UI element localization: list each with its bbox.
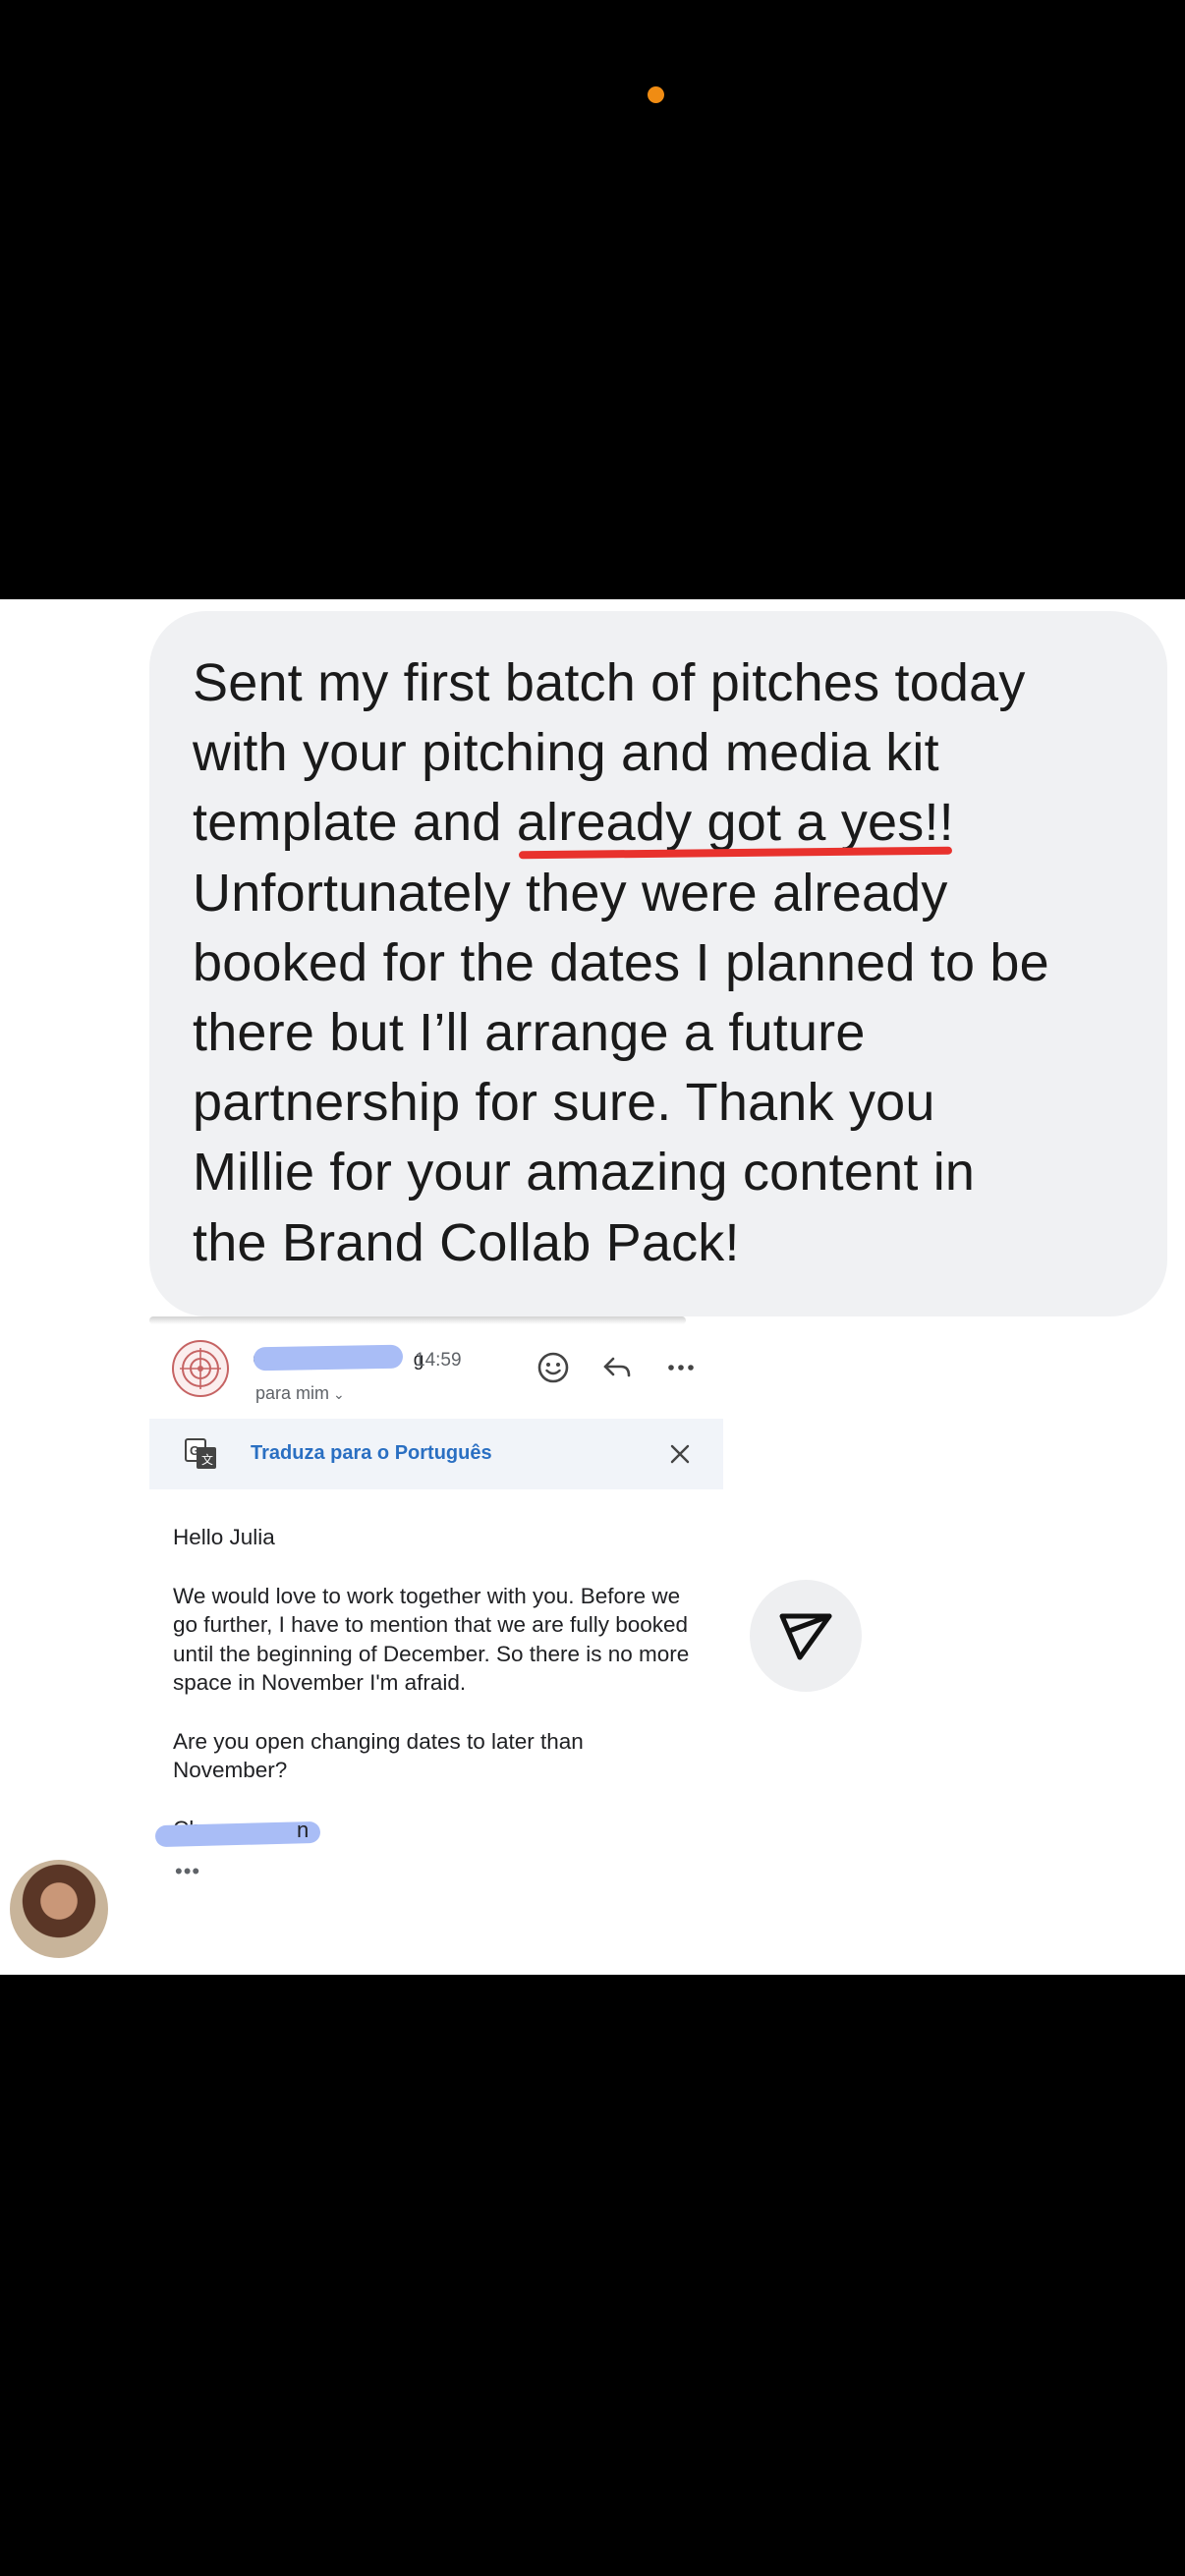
avatar[interactable] <box>10 1860 108 1958</box>
message-line: partnership for sure. Thank you <box>193 1073 935 1133</box>
redaction-mark <box>253 1344 404 1372</box>
message-line: Millie for your amazing content in <box>193 1143 976 1203</box>
close-icon[interactable] <box>668 1442 692 1466</box>
email-body: Hello Julia We would love to work togeth… <box>173 1523 704 1843</box>
email-screenshot[interactable]: Cg 14:59 para mim⌄ <box>149 1316 723 1975</box>
send-button[interactable] <box>750 1580 862 1692</box>
email-greeting: Hello Julia <box>173 1525 275 1549</box>
message-line: Sent my first batch of pitches today <box>193 653 1026 712</box>
message-line: there but I’ll arrange a future <box>193 1003 866 1063</box>
send-icon <box>779 1613 832 1660</box>
message-line: template and <box>193 793 517 853</box>
sender-logo <box>172 1340 229 1397</box>
highlighted-phrase: already got a yes!! <box>517 788 954 858</box>
camera-indicator-dot <box>648 86 664 103</box>
translate-banner: G 文 Traduza para o Português <box>149 1419 723 1489</box>
email-paragraph: Are you open changing dates to later tha… <box>173 1728 584 1783</box>
show-trimmed-content-button[interactable]: ••• <box>175 1859 200 1884</box>
more-horizontal-icon[interactable] <box>663 1350 699 1385</box>
smile-icon[interactable] <box>536 1350 571 1385</box>
email-paragraph: We would love to work together with you.… <box>173 1583 690 1696</box>
translate-link[interactable]: Traduza para o Português <box>251 1442 492 1465</box>
message-text: Sent my first batch of pitches today wit… <box>193 648 1138 1278</box>
message-line: booked for the dates I planned to be <box>193 932 1049 992</box>
svg-text:文: 文 <box>201 1452 213 1467</box>
message-line: with your pitching and media kit <box>193 723 939 783</box>
email-time: 14:59 <box>415 1350 462 1371</box>
message-bubble: Sent my first batch of pitches today wit… <box>149 611 1167 1316</box>
recipient-label[interactable]: para mim ⌄ <box>255 1383 345 1404</box>
screen: Sent my first batch of pitches today wit… <box>0 0 1185 2576</box>
email-top-edge <box>149 1316 686 1324</box>
svg-text:G: G <box>190 1443 199 1458</box>
chevron-down-icon: ⌄ <box>333 1386 345 1402</box>
message-area: Sent my first batch of pitches today wit… <box>0 599 1185 1975</box>
reply-arrow-icon[interactable] <box>599 1350 635 1385</box>
redaction-mark <box>154 1820 321 1848</box>
message-line: Unfortunately they were already <box>193 863 948 923</box>
google-translate-icon: G 文 <box>185 1438 216 1469</box>
message-line: the Brand Collab Pack! <box>193 1212 740 1272</box>
email-signature: n <box>297 1818 310 1842</box>
